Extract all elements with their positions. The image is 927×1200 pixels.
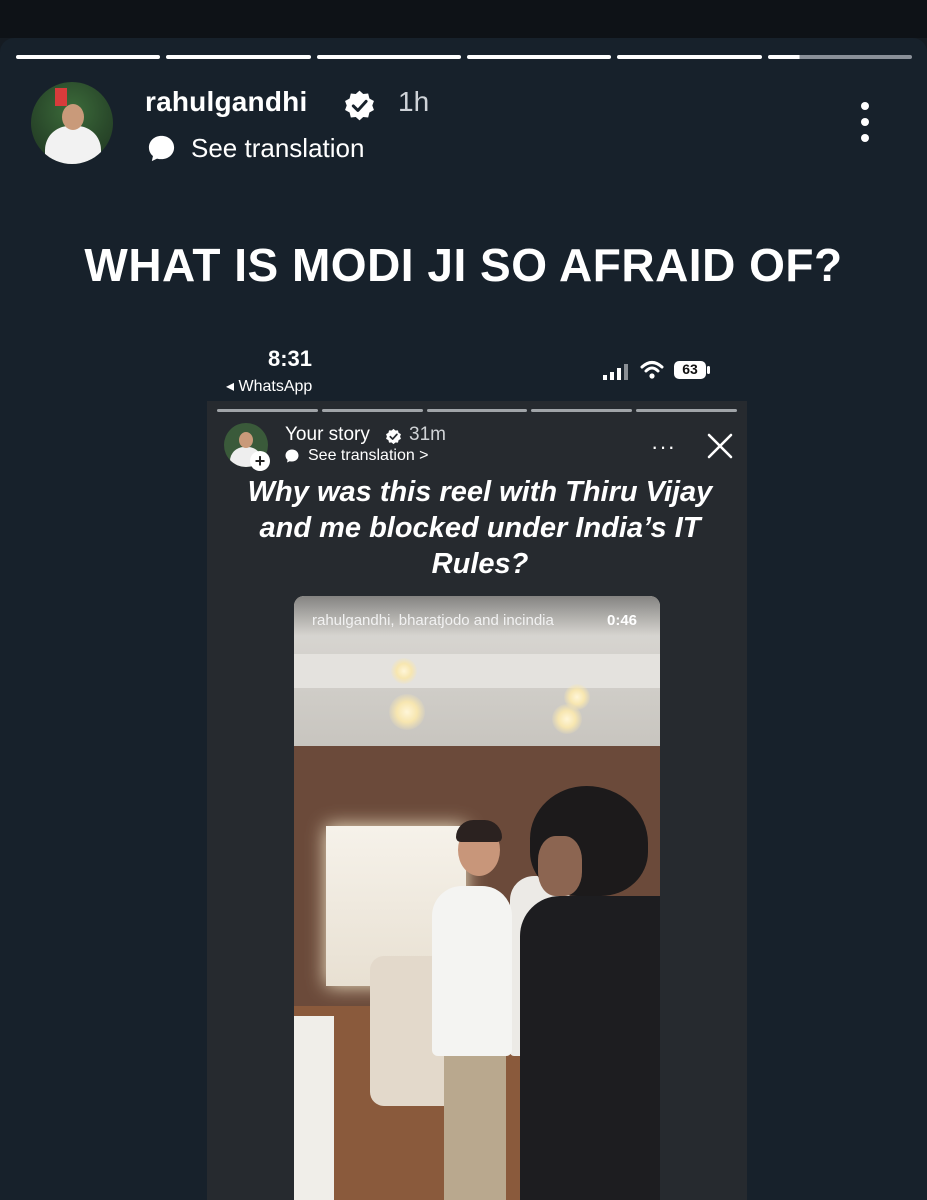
embedded-avatar-face xyxy=(239,432,253,448)
person-trousers xyxy=(444,1051,506,1200)
person-hair xyxy=(456,820,502,842)
avatar-face xyxy=(62,104,84,130)
progress-segment xyxy=(426,409,528,412)
close-icon[interactable] xyxy=(706,432,734,460)
progress-segment xyxy=(636,409,737,412)
progress-segment xyxy=(316,55,461,59)
foreground-person-edge xyxy=(294,1016,334,1200)
post-time: 1h xyxy=(398,86,430,117)
ceiling-light xyxy=(391,658,417,684)
verified-badge-icon xyxy=(345,90,374,121)
more-horizontal-icon[interactable]: ··· xyxy=(651,434,676,460)
wifi-icon xyxy=(640,361,664,379)
phone-status-time: 8:31 xyxy=(268,346,313,371)
translate-bubble-icon xyxy=(285,449,299,463)
progress-segment xyxy=(16,55,161,59)
person-dark-suit xyxy=(520,896,660,1200)
verified-badge-icon xyxy=(386,428,401,445)
progress-segment xyxy=(617,55,762,59)
more-vertical-icon[interactable] xyxy=(852,100,878,144)
reel-caption: rahulgandhi, bharatjodo and incindia xyxy=(312,612,554,629)
ceiling-light xyxy=(389,694,425,730)
reel-duration: 0:46 xyxy=(607,612,638,629)
person-face xyxy=(538,836,582,896)
translate-bubble-icon xyxy=(148,135,175,162)
progress-segment xyxy=(531,409,633,412)
progress-segment xyxy=(166,55,311,59)
battery-level: 63 xyxy=(682,361,698,377)
story-headline: WHAT IS MODI JI SO AFRAID OF? xyxy=(84,239,843,291)
avatar-red-card xyxy=(55,88,67,106)
reel-video-thumbnail[interactable] xyxy=(294,596,660,1200)
person-white-shirt xyxy=(432,886,512,1056)
embedded-see-translation-label: See translation > xyxy=(308,447,429,464)
avatar-shirt xyxy=(45,126,101,164)
avatar[interactable] xyxy=(31,82,113,164)
progress-segment xyxy=(217,409,318,412)
signal-icon xyxy=(603,364,628,380)
ceiling-light xyxy=(552,704,582,734)
story-progress-bar xyxy=(16,55,912,59)
top-band xyxy=(0,0,927,38)
see-translation-label: See translation xyxy=(191,133,365,163)
progress-segment xyxy=(321,409,423,412)
username[interactable]: rahulgandhi xyxy=(145,86,307,118)
phone-back-to-whatsapp: ◂ WhatsApp xyxy=(226,378,313,395)
progress-segment-current xyxy=(767,55,912,59)
progress-segment xyxy=(466,55,612,59)
embedded-see-translation-button[interactable]: See translation > xyxy=(284,447,429,465)
embedded-story-time: 31m xyxy=(409,424,446,445)
ceiling-beam xyxy=(294,654,660,688)
your-story-label: Your story xyxy=(285,424,370,445)
battery-icon: 63 xyxy=(673,360,711,380)
embedded-story-progress xyxy=(217,409,737,412)
add-story-plus-icon[interactable]: + xyxy=(250,451,270,471)
see-translation-button[interactable]: See translation xyxy=(146,133,364,164)
embedded-story-question: Why was this reel with Thiru Vijay and m… xyxy=(247,476,713,580)
